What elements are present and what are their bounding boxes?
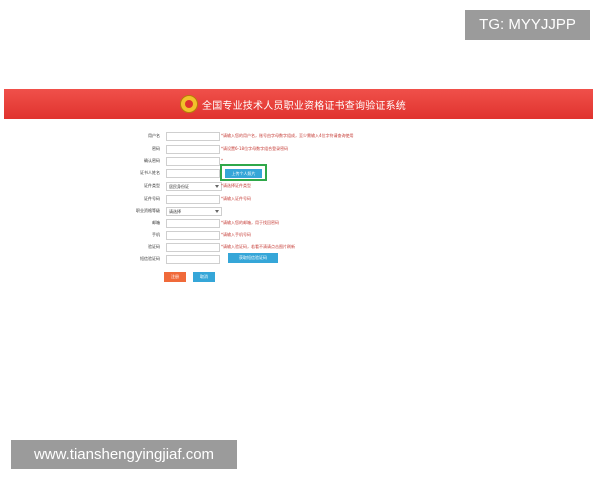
email-label: 邮箱	[152, 220, 160, 225]
email-hint: *请输入您的邮箱，用于找回密码	[221, 220, 279, 225]
username-label: 用户名	[148, 133, 160, 138]
password-hint: *请设置6-18位字母数字组合登录密码	[221, 146, 289, 151]
id-type-value: 居民身份证	[169, 184, 189, 189]
sms-code-label: 短信验证码	[140, 256, 160, 261]
form-row-level: 职业资格等级 请选择	[0, 207, 600, 217]
id-number-input[interactable]	[166, 195, 220, 204]
watermark-bottom: www.tianshengyingjiaf.com	[11, 440, 237, 469]
form-row-captcha: 验证码 *请输入验证码，若看不清请点击图片刷新	[0, 243, 600, 253]
level-label: 职业资格等级	[136, 208, 160, 213]
phone-label: 手机	[152, 232, 160, 237]
get-sms-code-button[interactable]: 获取短信验证码	[228, 253, 278, 263]
upload-highlight-frame: 上传个人照片	[220, 164, 267, 181]
name-label: 证书人姓名	[140, 170, 160, 175]
form-row-username: 用户名 *请输入您的用户名，账号由字母数字组成，至少需输入4位字符请查询使用	[0, 132, 600, 142]
password-label: 密码	[152, 146, 160, 151]
phone-hint: *请输入手机号码	[221, 232, 251, 237]
chevron-down-icon	[215, 185, 219, 188]
cancel-button[interactable]: 取消	[193, 272, 215, 282]
form-row-email: 邮箱 *请输入您的邮箱，用于找回密码	[0, 219, 600, 229]
upload-photo-button[interactable]: 上传个人照片	[225, 169, 262, 178]
chevron-down-icon	[215, 210, 219, 213]
form-row-id-type: 证件类型 居民身份证 *请选择证件类型	[0, 182, 600, 192]
id-type-select[interactable]: 居民身份证	[166, 182, 222, 191]
level-select[interactable]: 请选择	[166, 207, 222, 216]
level-value: 请选择	[169, 209, 181, 214]
email-input[interactable]	[166, 219, 220, 228]
form-row-name: 证书人姓名	[0, 169, 600, 179]
name-input[interactable]	[166, 169, 220, 178]
password-input[interactable]	[166, 145, 220, 154]
captcha-hint: *请输入验证码，若看不清请点击图片刷新	[221, 244, 295, 249]
username-input[interactable]	[166, 132, 220, 141]
page-title: 全国专业技术人员职业资格证书查询验证系统	[202, 101, 406, 112]
confirm-password-label: 确认密码	[144, 158, 160, 163]
id-number-hint: *请输入证件号码	[221, 196, 251, 201]
emblem-icon	[180, 95, 198, 113]
form-row-id-number: 证件号码 *请输入证件号码	[0, 195, 600, 205]
header-banner: 全国专业技术人员职业资格证书查询验证系统	[4, 89, 593, 119]
phone-input[interactable]	[166, 231, 220, 240]
form-row-phone: 手机 *请输入手机号码	[0, 231, 600, 241]
form-row-password: 密码 *请设置6-18位字母数字组合登录密码	[0, 145, 600, 155]
submit-button[interactable]: 注册	[164, 272, 186, 282]
sms-code-input[interactable]	[166, 255, 220, 264]
watermark-top: TG: MYYJJPP	[465, 10, 590, 40]
id-type-label: 证件类型	[144, 183, 160, 188]
captcha-input[interactable]	[166, 243, 220, 252]
id-number-label: 证件号码	[144, 196, 160, 201]
form-row-sms-code: 短信验证码	[0, 255, 600, 265]
id-type-hint: *请选择证件类型	[221, 183, 251, 188]
form-row-confirm-password: 确认密码 *	[0, 157, 600, 167]
captcha-label: 验证码	[148, 244, 160, 249]
username-hint: *请输入您的用户名，账号由字母数字组成，至少需输入4位字符请查询使用	[221, 133, 354, 138]
confirm-password-input[interactable]	[166, 157, 220, 166]
